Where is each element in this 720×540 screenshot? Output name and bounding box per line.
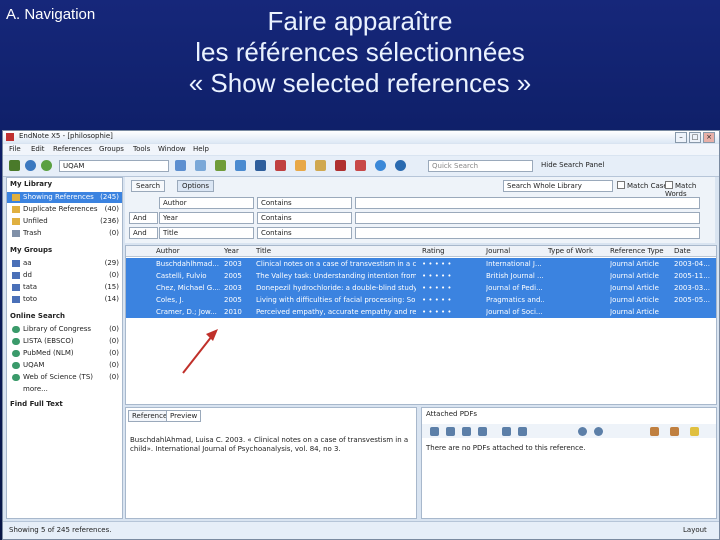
arrow-line [182, 335, 213, 374]
annotation-arrow [182, 329, 218, 374]
arrow-head [206, 329, 218, 341]
